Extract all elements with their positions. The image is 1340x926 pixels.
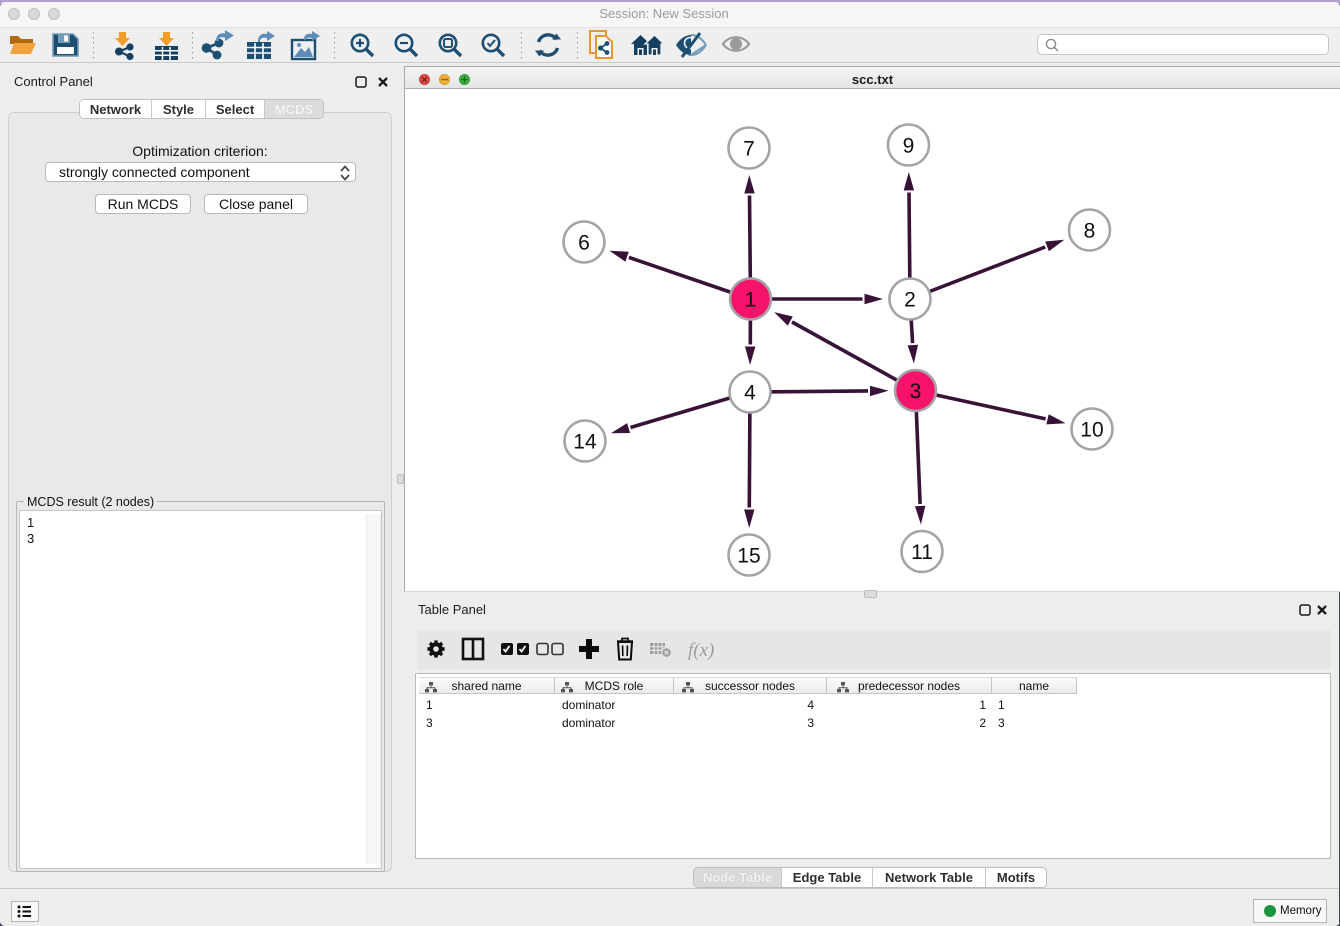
svg-text:11: 11 bbox=[911, 541, 933, 564]
svg-text:14: 14 bbox=[573, 430, 597, 453]
svg-text:2: 2 bbox=[904, 288, 916, 311]
svg-text:1: 1 bbox=[745, 288, 757, 311]
svg-text:8: 8 bbox=[1084, 219, 1096, 242]
svg-text:f(x): f(x) bbox=[688, 640, 714, 661]
svg-text:7: 7 bbox=[743, 137, 755, 160]
svg-text:4: 4 bbox=[744, 381, 756, 404]
svg-text:10: 10 bbox=[1080, 418, 1103, 441]
svg-text:15: 15 bbox=[737, 544, 760, 567]
svg-text:9: 9 bbox=[903, 134, 915, 157]
svg-text:3: 3 bbox=[910, 380, 922, 403]
svg-text:6: 6 bbox=[578, 231, 590, 254]
